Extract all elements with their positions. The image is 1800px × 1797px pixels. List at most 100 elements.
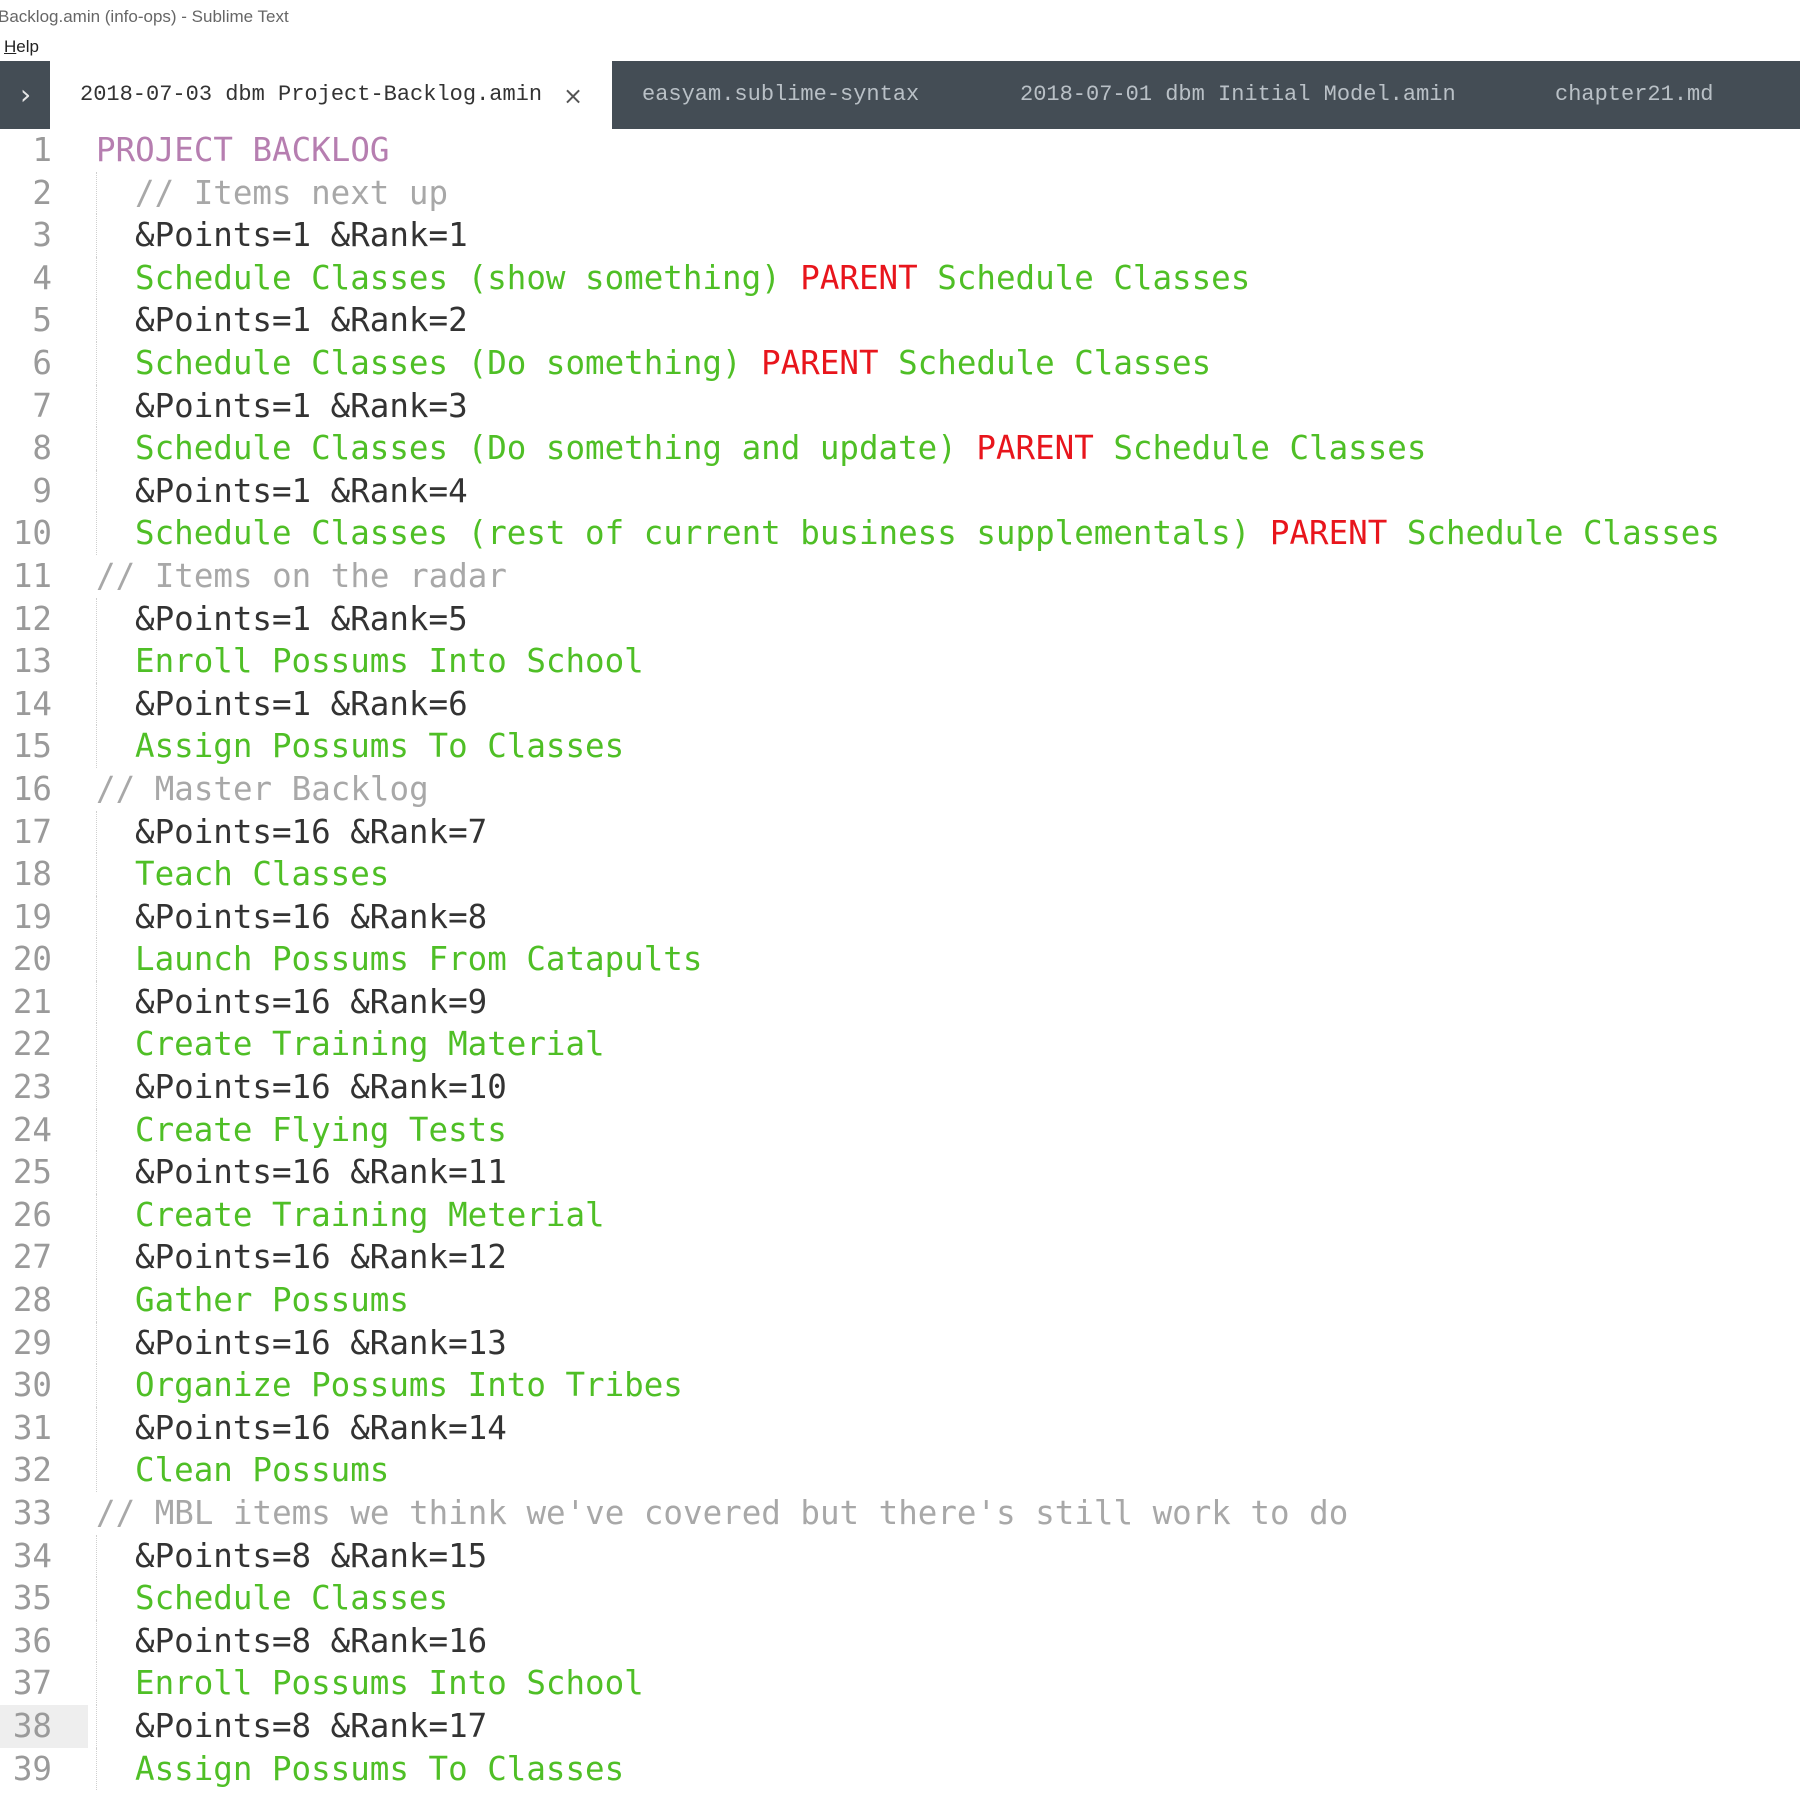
code-line[interactable]: 22 Create Training Material <box>0 1023 1800 1067</box>
line-number: 8 <box>32 429 52 468</box>
attribute-token: &Points=16 &Rank=11 <box>135 1153 507 1192</box>
code-line[interactable]: 39 Assign Possums To Classes <box>0 1747 1800 1791</box>
code-line[interactable]: 4 Schedule Classes (show something) PAREN… <box>0 256 1800 300</box>
code-line[interactable]: 12 &Points=1 &Rank=5 <box>0 597 1800 641</box>
line-number: 20 <box>12 940 52 979</box>
line-content: &Points=8 &Rank=15 <box>96 1535 487 1578</box>
comment-token: // Items on the radar <box>96 556 507 595</box>
line-number: 34 <box>12 1536 52 1575</box>
tab-initial-model[interactable]: 2018-07-01 dbm Initial Model.amin <box>1020 61 1456 129</box>
code-line[interactable]: 8 Schedule Classes (Do something and upda… <box>0 427 1800 470</box>
tab-chapter21[interactable]: chapter21.md <box>1555 61 1713 129</box>
line-number: 4 <box>32 258 52 297</box>
line-number: 35 <box>12 1579 52 1618</box>
chevron-right-icon[interactable]: › <box>20 75 31 115</box>
comment-token: // MBL items we think we've covered but … <box>96 1494 1349 1532</box>
code-line[interactable]: 15 Assign Possums To Classes <box>0 725 1800 768</box>
code-line[interactable]: 33 // MBL items we think we've covered bu… <box>0 1492 1800 1535</box>
code-line[interactable]: 16 // Master Backlog <box>0 768 1800 811</box>
line-content: &Points=16 &Rank=8 <box>96 896 487 939</box>
code-line[interactable]: 38 &Points=8 &Rank=17 <box>0 1704 1800 1748</box>
line-content: &Points=8 &Rank=17 <box>96 1705 487 1748</box>
editor-text-area[interactable]: 1 PROJECT BACKLOG 2// Items next up 3 &Point… <box>0 129 1800 1797</box>
line-number: 37 <box>12 1664 52 1703</box>
menu-help[interactable]: Help <box>4 37 39 57</box>
code-line[interactable]: 26 Create Training Meterial <box>0 1193 1800 1237</box>
code-line[interactable]: 20 Launch Possums From Catapults <box>0 938 1800 981</box>
keyword-token: PARENT <box>1269 514 1388 553</box>
line-content: &Points=1 &Rank=6 <box>96 683 468 726</box>
line-number: 29 <box>12 1323 52 1362</box>
item-token: Create Flying Tests <box>135 1110 507 1149</box>
line-content: &Points=1 &Rank=5 <box>96 598 468 641</box>
code-line[interactable]: 3 &Points=1 &Rank=1 <box>0 214 1800 257</box>
code-line[interactable]: 30 Organize Possums Into Tribes <box>0 1364 1800 1407</box>
attribute-token: &Points=1 &Rank=6 <box>135 684 468 723</box>
code-line[interactable]: 11 // Items on the radar <box>0 555 1800 598</box>
code-line[interactable]: 7 &Points=1 &Rank=3 <box>0 384 1800 428</box>
menu-help-mnemonic: H <box>4 37 17 56</box>
line-number: 14 <box>12 684 52 723</box>
attribute-token: &Points=1 &Rank=4 <box>135 471 468 510</box>
attribute-token: &Points=1 &Rank=2 <box>135 301 468 340</box>
code-line[interactable]: 18 Teach Classes <box>0 853 1800 896</box>
code-line[interactable]: 6 Schedule Classes (Do something) PARENT … <box>0 341 1800 385</box>
code-line[interactable]: 37 Enroll Possums Into School <box>0 1662 1800 1705</box>
attribute-token: &Points=8 &Rank=16 <box>135 1621 488 1660</box>
line-number: 7 <box>32 386 52 425</box>
code-line[interactable]: 32 Clean Possums <box>0 1449 1800 1492</box>
code-line[interactable]: 27 &Points=16 &Rank=12 <box>0 1236 1800 1280</box>
code-line[interactable]: 2 // Items next up <box>0 171 1800 215</box>
line-number: 11 <box>12 556 52 595</box>
code-line[interactable]: 29 &Points=16 &Rank=13 <box>0 1321 1800 1365</box>
tab-project-backlog[interactable]: 2018-07-03 dbm Project-Backlog.amin × <box>50 61 612 129</box>
line-number: 22 <box>12 1025 52 1064</box>
line-number: 24 <box>12 1110 52 1149</box>
tab-label: 2018-07-03 dbm Project-Backlog.amin <box>80 82 543 107</box>
code-line[interactable]: 36 &Points=8 &Rank=16 <box>0 1619 1800 1663</box>
code-line[interactable]: 24 Create Flying Tests <box>0 1108 1800 1152</box>
code-line[interactable]: 25 &Points=16 &Rank=11 <box>0 1151 1800 1194</box>
code-line[interactable]: 10 Schedule Classes (rest of current busi… <box>0 512 1800 555</box>
line-content: Assign Possums To Classes <box>96 725 624 768</box>
code-line[interactable]: 31 &Points=16 &Rank=14 <box>0 1406 1800 1450</box>
line-number: 3 <box>32 216 52 255</box>
chevron-left-icon[interactable]: ‹ <box>0 75 1 115</box>
menu-bar: Help <box>0 30 1800 60</box>
attribute-token: &Points=8 &Rank=17 <box>135 1706 488 1745</box>
tab-label: easyam.sublime-syntax <box>642 82 920 107</box>
code-line[interactable]: 19 &Points=16 &Rank=8 <box>0 895 1800 939</box>
line-content: // Items on the radar <box>96 555 507 598</box>
line-number: 25 <box>12 1153 52 1192</box>
line-number: 23 <box>12 1068 52 1107</box>
line-content: &Points=16 &Rank=12 <box>96 1236 507 1279</box>
item-token: Create Training Meterial <box>135 1195 605 1234</box>
close-icon[interactable]: × <box>563 62 583 130</box>
heading-token: PROJECT BACKLOG <box>96 131 390 169</box>
code-line[interactable]: 35 Schedule Classes <box>0 1577 1800 1620</box>
code-line[interactable]: 9 &Points=1 &Rank=4 <box>0 469 1800 513</box>
line-content: Enroll Possums Into School <box>96 640 644 683</box>
tab-bar: ‹ › 2018-07-03 dbm Project-Backlog.amin … <box>0 61 1800 129</box>
code-line[interactable]: 21 &Points=16 &Rank=9 <box>0 980 1800 1024</box>
code-line[interactable]: 28 Gather Possums <box>0 1279 1800 1322</box>
menu-help-label: elp <box>16 37 39 56</box>
line-content: // Master Backlog <box>96 768 429 811</box>
code-line[interactable]: 5 &Points=1 &Rank=2 <box>0 299 1800 342</box>
item-token: Launch Possums From Catapults <box>135 940 703 979</box>
attribute-token: &Points=1 &Rank=5 <box>135 599 468 638</box>
tab-easyam-syntax[interactable]: easyam.sublime-syntax <box>642 61 919 129</box>
line-content: &Points=16 &Rank=7 <box>96 811 487 854</box>
line-number: 27 <box>12 1238 52 1277</box>
item-token: Schedule Classes <box>1093 429 1427 468</box>
line-number: 32 <box>12 1451 52 1490</box>
code-line[interactable]: 23 &Points=16 &Rank=10 <box>0 1066 1800 1109</box>
item-token: Schedule Classes <box>1387 514 1720 553</box>
code-line[interactable]: 17 &Points=16 &Rank=7 <box>0 810 1800 854</box>
code-line[interactable]: 13 Enroll Possums Into School <box>0 640 1800 683</box>
code-line[interactable]: 1 PROJECT BACKLOG <box>0 129 1800 172</box>
code-line[interactable]: 34 &Points=8 &Rank=15 <box>0 1534 1800 1578</box>
line-number: 5 <box>32 301 52 340</box>
line-number: 30 <box>12 1366 52 1405</box>
code-line[interactable]: 14 &Points=1 &Rank=6 <box>0 682 1800 726</box>
